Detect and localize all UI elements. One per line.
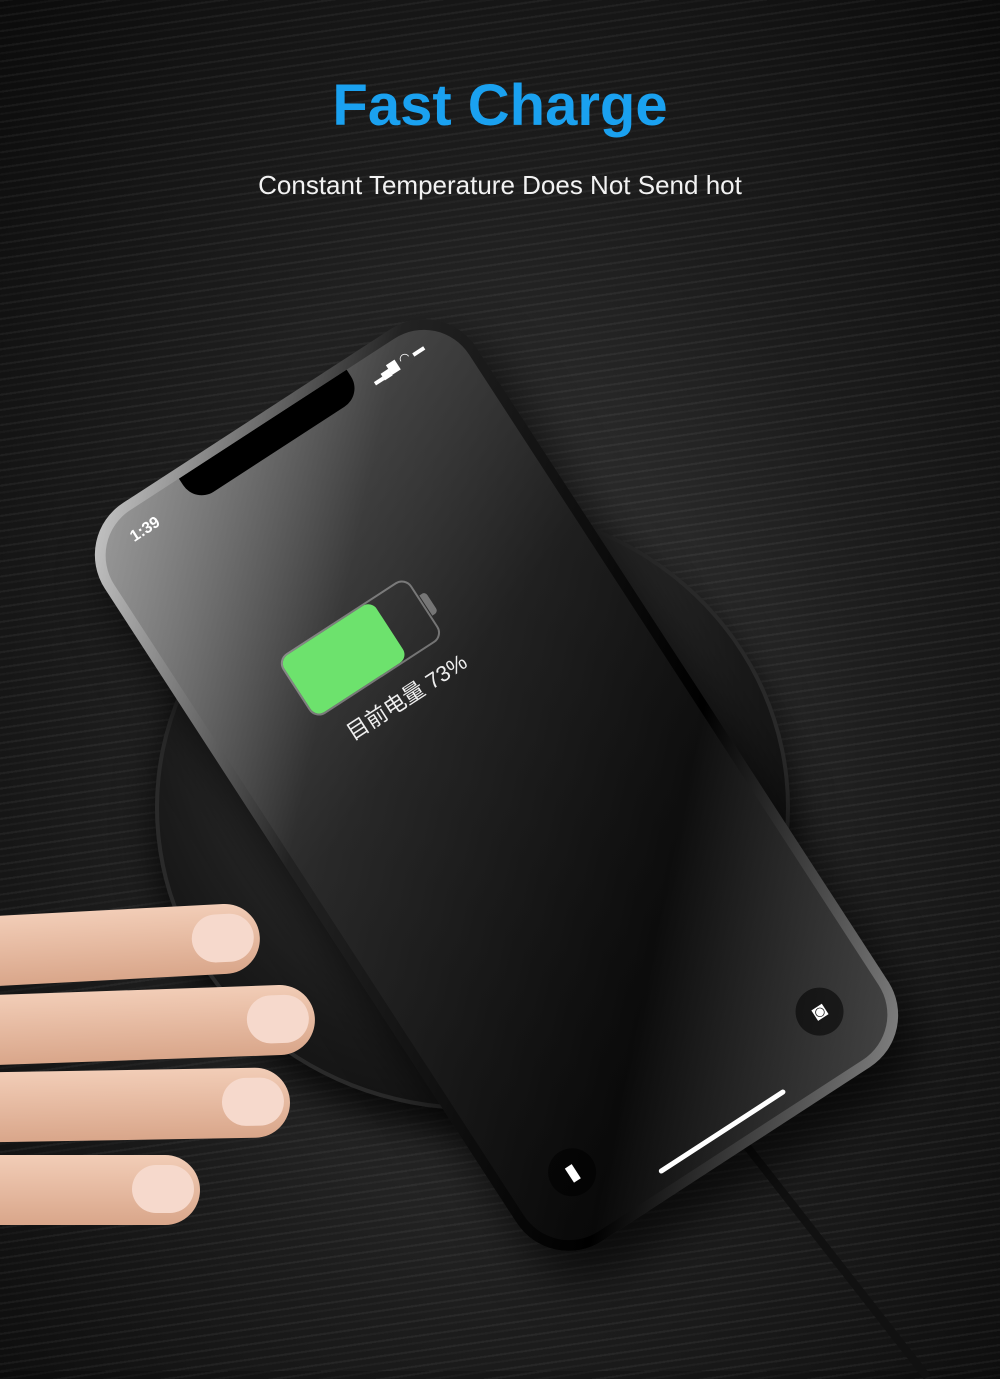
flashlight-icon[interactable]: ▮: [538, 1139, 606, 1206]
status-icons: ▂▄▆ ◠ ▬: [367, 339, 427, 386]
finger: [0, 1067, 291, 1143]
finger: [0, 1155, 200, 1225]
fingernail: [132, 1165, 194, 1213]
page-subtitle: Constant Temperature Does Not Send hot: [258, 170, 742, 200]
finger: [0, 983, 317, 1067]
camera-icon[interactable]: ◙: [786, 978, 853, 1045]
fingernail: [190, 912, 256, 964]
status-time: 1:39: [127, 513, 164, 546]
fingernail: [221, 1077, 285, 1127]
fingernail: [246, 994, 310, 1045]
home-indicator[interactable]: [657, 1088, 786, 1175]
battery-tip: [419, 591, 439, 616]
hand: [0, 900, 320, 1230]
finger: [0, 902, 262, 988]
page-title: Fast Charge: [332, 73, 668, 138]
phone-notch: [178, 369, 363, 504]
